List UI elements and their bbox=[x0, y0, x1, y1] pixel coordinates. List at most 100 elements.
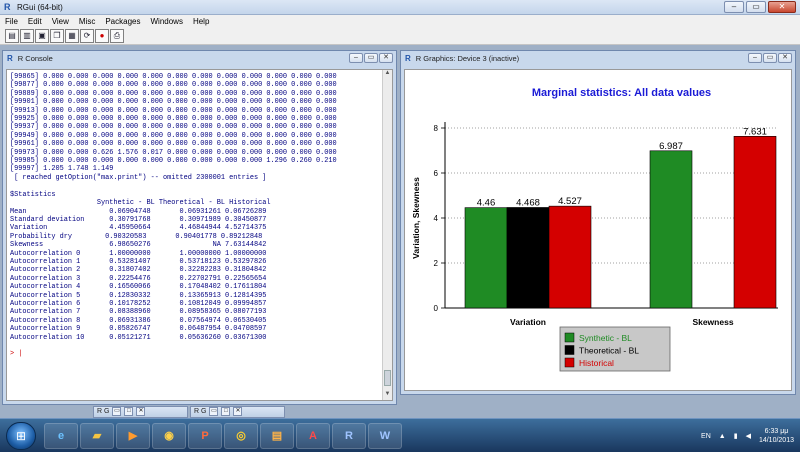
load-workspace-icon[interactable]: ▥ bbox=[20, 28, 34, 43]
console-line: [99913] 0.000 0.000 0.000 0.000 0.000 0.… bbox=[10, 106, 337, 115]
console-line: [ reached getOption("max.print") -- omit… bbox=[10, 173, 267, 182]
graphics-close-button[interactable]: ✕ bbox=[778, 53, 792, 63]
chrome-icon[interactable]: ◎ bbox=[224, 423, 258, 449]
console-output[interactable]: [99865] 0.000 0.000 0.000 0.000 0.000 0.… bbox=[6, 69, 393, 401]
console-titlebar[interactable]: R R Console – ▭ ✕ bbox=[3, 51, 396, 66]
menu-misc[interactable]: Misc bbox=[79, 17, 95, 26]
save-workspace-icon[interactable]: ▣ bbox=[35, 28, 49, 43]
media-player-icon[interactable]: ▶ bbox=[116, 423, 150, 449]
graphics-window-controls: – ▭ ✕ bbox=[748, 53, 792, 63]
windows-start-icon[interactable]: ⊞ bbox=[6, 422, 36, 450]
console-line: [99961] 0.000 0.000 0.000 0.000 0.000 0.… bbox=[10, 140, 337, 149]
console-close-button[interactable]: ✕ bbox=[379, 53, 393, 63]
folder-icon[interactable]: ▰ bbox=[80, 423, 114, 449]
clock[interactable]: 6:33 μμ 14/10/2013 bbox=[759, 427, 794, 445]
open-script-icon[interactable]: ▤ bbox=[5, 28, 19, 43]
graphics-titlebar[interactable]: R R Graphics: Device 3 (inactive) – ▭ ✕ bbox=[401, 51, 795, 66]
graphics-maximize-button[interactable]: ▭ bbox=[763, 53, 777, 63]
y-tick-label: 6 bbox=[434, 169, 439, 178]
menu-windows[interactable]: Windows bbox=[150, 17, 182, 26]
minimized-window-2[interactable]: R G ▭ □ ✕ bbox=[190, 406, 285, 418]
acrobat-icon[interactable]: A bbox=[296, 423, 330, 449]
minimized-window-1[interactable]: R G ▭ □ ✕ bbox=[93, 406, 188, 418]
y-tick-label: 0 bbox=[434, 304, 439, 313]
network-icon[interactable]: ▮ bbox=[734, 432, 738, 440]
close-button[interactable]: ✕ bbox=[768, 1, 796, 13]
r-icon[interactable]: R bbox=[332, 423, 366, 449]
menu-view[interactable]: View bbox=[52, 17, 69, 26]
console-minimize-button[interactable]: – bbox=[349, 53, 363, 63]
copy-paste-icon[interactable]: ⟳ bbox=[80, 28, 94, 43]
bar-synthetic-bl bbox=[649, 150, 693, 309]
data-label: 4.46 bbox=[477, 198, 496, 209]
legend-label: Synthetic - BL bbox=[579, 333, 632, 343]
pdf-icon[interactable]: ▤ bbox=[260, 423, 294, 449]
console-line: [99949] 0.000 0.000 0.000 0.000 0.000 0.… bbox=[10, 131, 337, 140]
clock-date: 14/10/2013 bbox=[758, 437, 794, 444]
console-line: Autocorrelation 9 0.05826747 0.06487954 … bbox=[10, 325, 267, 334]
r-logo-icon: R bbox=[4, 2, 11, 12]
r-logo-icon: R bbox=[405, 54, 411, 63]
console-line: Autocorrelation 3 0.22254476 0.22702791 … bbox=[10, 274, 267, 283]
menu-file[interactable]: File bbox=[5, 17, 18, 26]
graphics-minimize-button[interactable]: – bbox=[748, 53, 762, 63]
y-tick-label: 2 bbox=[434, 259, 439, 268]
menu-edit[interactable]: Edit bbox=[28, 17, 42, 26]
internet-explorer-icon[interactable]: e bbox=[44, 423, 78, 449]
console-line: [99865] 0.000 0.000 0.000 0.000 0.000 0.… bbox=[10, 73, 337, 81]
toolbar: ▤ ▥ ▣ ❐ ▦ ⟳ ● ⎙ bbox=[0, 27, 800, 45]
language-indicator[interactable]: EN bbox=[701, 433, 711, 440]
bar-synthetic-bl bbox=[464, 207, 508, 309]
maximize-icon[interactable]: □ bbox=[221, 407, 231, 416]
console-prompt[interactable]: > | bbox=[10, 350, 380, 358]
menu-packages[interactable]: Packages bbox=[105, 17, 140, 26]
restore-icon[interactable]: ▭ bbox=[112, 407, 122, 416]
app-titlebar: R RGui (64-bit) – ▭ ✕ bbox=[0, 0, 800, 15]
graphics-canvas: Marginal statistics: All data values 0 2 4 6… bbox=[404, 69, 792, 391]
maximize-icon[interactable]: □ bbox=[124, 407, 134, 416]
console-line: Probability dry 0.90320583 0.90401778 0.… bbox=[10, 232, 263, 241]
copy-icon[interactable]: ❐ bbox=[50, 28, 64, 43]
close-icon[interactable]: ✕ bbox=[136, 407, 146, 416]
console-line: Autocorrelation 1 0.53281407 0.53718123 … bbox=[10, 257, 267, 266]
maximize-button[interactable]: ▭ bbox=[746, 1, 766, 13]
console-line: $Statistics bbox=[10, 190, 56, 199]
app-window-controls: – ▭ ✕ bbox=[724, 1, 796, 13]
x-tick-label: Variation bbox=[510, 317, 546, 327]
scroll-thumb[interactable] bbox=[384, 370, 391, 386]
console-line: Skewness 6.98650276 NA 7.63144842 bbox=[10, 241, 267, 250]
powerpoint-icon[interactable]: P bbox=[188, 423, 222, 449]
minimized-window-label: R G bbox=[194, 408, 207, 415]
bar-chart: Marginal statistics: All data values 0 2 4 6… bbox=[411, 87, 778, 372]
x-tick-label: Skewness bbox=[692, 317, 733, 327]
outlook-icon[interactable]: ◉ bbox=[152, 423, 186, 449]
menu-help[interactable]: Help bbox=[193, 17, 209, 26]
console-line: [99997] 1.205 1.748 1.149 bbox=[10, 165, 114, 174]
text-cursor: | bbox=[14, 350, 23, 358]
restore-icon[interactable]: ▭ bbox=[209, 407, 219, 416]
console-text: [99865] 0.000 0.000 0.000 0.000 0.000 0.… bbox=[10, 73, 380, 358]
minimize-button[interactable]: – bbox=[724, 1, 744, 13]
console-line: Mean 0.06904748 0.06931261 0.06726289 bbox=[10, 207, 267, 216]
console-line: Autocorrelation 5 0.12830332 0.13365913 … bbox=[10, 291, 267, 300]
word-icon[interactable]: W bbox=[368, 423, 402, 449]
app-title: RGui (64-bit) bbox=[17, 2, 63, 12]
print-icon[interactable]: ⎙ bbox=[110, 28, 124, 43]
legend-label: Theoretical - BL bbox=[579, 346, 639, 356]
scroll-up-icon[interactable]: ▲ bbox=[383, 70, 392, 79]
volume-icon[interactable]: ◀ bbox=[746, 432, 751, 440]
console-maximize-button[interactable]: ▭ bbox=[364, 53, 378, 63]
tray-arrow-icon[interactable]: ▲ bbox=[719, 433, 726, 440]
console-line: Autocorrelation 10 0.05121271 0.05636260… bbox=[10, 333, 267, 342]
scroll-down-icon[interactable]: ▼ bbox=[383, 391, 392, 400]
console-line: Autocorrelation 6 0.10178252 0.10812049 … bbox=[10, 299, 267, 308]
console-line: [99889] 0.000 0.000 0.000 0.000 0.000 0.… bbox=[10, 89, 337, 98]
console-scrollbar[interactable]: ▲ ▼ bbox=[382, 70, 392, 400]
console-line: [99877] 0.000 0.000 0.000 0.000 0.000 0.… bbox=[10, 81, 337, 90]
paste-icon[interactable]: ▦ bbox=[65, 28, 79, 43]
legend-label: Historical bbox=[579, 358, 614, 368]
system-tray: EN ▲ ▮ ◀ 6:33 μμ 14/10/2013 bbox=[701, 422, 794, 450]
close-icon[interactable]: ✕ bbox=[233, 407, 243, 416]
stop-icon[interactable]: ● bbox=[95, 28, 109, 43]
console-line: [99901] 0.000 0.000 0.000 0.000 0.000 0.… bbox=[10, 98, 337, 107]
